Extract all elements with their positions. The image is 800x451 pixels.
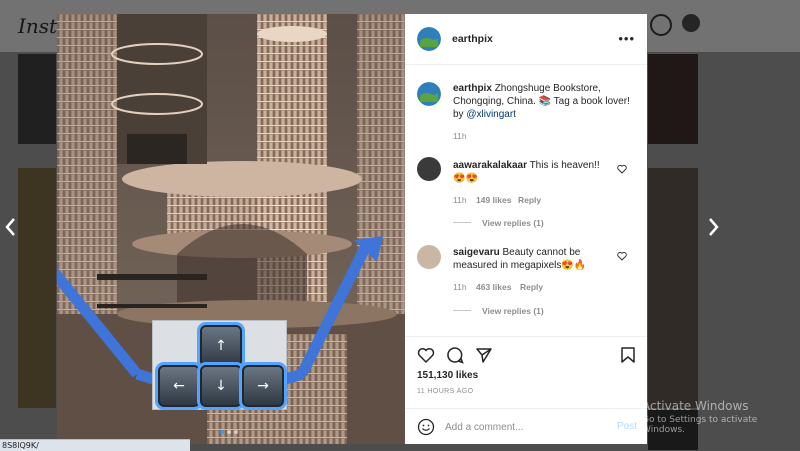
more-icon[interactable]: ••• bbox=[618, 32, 635, 45]
like-comment-heart-icon[interactable] bbox=[617, 251, 627, 261]
view-replies-button[interactable]: View replies (1) bbox=[482, 306, 544, 316]
post-username[interactable]: earthpix bbox=[452, 33, 493, 45]
watermark-title: Activate Windows bbox=[642, 399, 749, 413]
prev-post-button[interactable] bbox=[2, 216, 20, 238]
comment-username[interactable]: aawarakalakaar bbox=[453, 160, 527, 171]
share-icon[interactable] bbox=[475, 346, 493, 364]
avatar[interactable] bbox=[417, 157, 441, 181]
post-details-panel: earthpix ••• earthpix Zhongshuge Booksto… bbox=[405, 14, 647, 444]
reply-button[interactable]: Reply bbox=[520, 282, 543, 292]
replies-divider bbox=[453, 222, 471, 223]
like-comment-heart-icon[interactable] bbox=[617, 164, 627, 174]
earth-avatar-icon bbox=[417, 27, 441, 51]
post-caption: earthpix Zhongshuge Bookstore, Chongqing… bbox=[453, 82, 635, 121]
comment-time: 11h bbox=[453, 282, 467, 292]
reply-button[interactable]: Reply bbox=[518, 195, 541, 205]
actions-divider bbox=[405, 336, 647, 337]
carousel-dot bbox=[227, 430, 231, 434]
carousel-dots bbox=[220, 430, 238, 434]
next-post-button[interactable] bbox=[704, 216, 722, 238]
caption-mention[interactable]: @xlivingart bbox=[466, 109, 516, 120]
activate-windows-watermark: Activate Windows Go to Settings to activ… bbox=[642, 399, 800, 435]
status-bar-url: 8S8lQ9K/ bbox=[0, 439, 190, 451]
comment: saigevaru Beauty cannot be measured in m… bbox=[453, 246, 613, 272]
chevron-right-icon bbox=[709, 218, 719, 236]
earth-avatar-icon bbox=[417, 82, 441, 106]
up-arrow-key: ↑ bbox=[200, 325, 242, 367]
carousel-dot bbox=[220, 430, 224, 434]
arrow-keys-image: ↑ ← ↓ → bbox=[152, 320, 287, 410]
replies-divider bbox=[453, 310, 471, 311]
post-comment-button[interactable]: Post bbox=[617, 421, 637, 432]
avatar[interactable] bbox=[417, 245, 441, 269]
comment-input[interactable] bbox=[445, 418, 605, 436]
avatar[interactable] bbox=[417, 82, 441, 106]
comment: aawarakalakaar This is heaven!! 😍😍 bbox=[453, 159, 613, 185]
add-comment-bar: Post bbox=[405, 408, 647, 445]
likes-count[interactable]: 151,130 likes bbox=[417, 370, 478, 381]
post-header: earthpix ••• bbox=[405, 14, 647, 65]
down-arrow-key: ↓ bbox=[200, 365, 242, 407]
heart-icon[interactable] bbox=[417, 346, 435, 364]
chevron-left-icon bbox=[5, 218, 15, 236]
caption-time: 11h bbox=[453, 131, 467, 141]
emoji-icon[interactable] bbox=[417, 418, 435, 436]
watermark-subtitle: Go to Settings to activate Windows. bbox=[642, 415, 758, 435]
caption-username[interactable]: earthpix bbox=[453, 83, 492, 94]
post-timestamp: 11 HOURS AGO bbox=[417, 388, 474, 395]
comment-time: 11h bbox=[453, 195, 467, 205]
avatar[interactable] bbox=[417, 27, 441, 51]
comment-likes[interactable]: 463 likes bbox=[476, 282, 511, 292]
right-arrow-key: → bbox=[242, 365, 284, 407]
comment-likes[interactable]: 149 likes bbox=[476, 195, 511, 205]
left-arrow-key: ← bbox=[158, 365, 200, 407]
carousel-dot bbox=[234, 430, 238, 434]
view-replies-button[interactable]: View replies (1) bbox=[482, 218, 544, 228]
comment-username[interactable]: saigevaru bbox=[453, 247, 500, 258]
bookmark-icon[interactable] bbox=[619, 346, 637, 364]
comment-icon[interactable] bbox=[446, 346, 464, 364]
